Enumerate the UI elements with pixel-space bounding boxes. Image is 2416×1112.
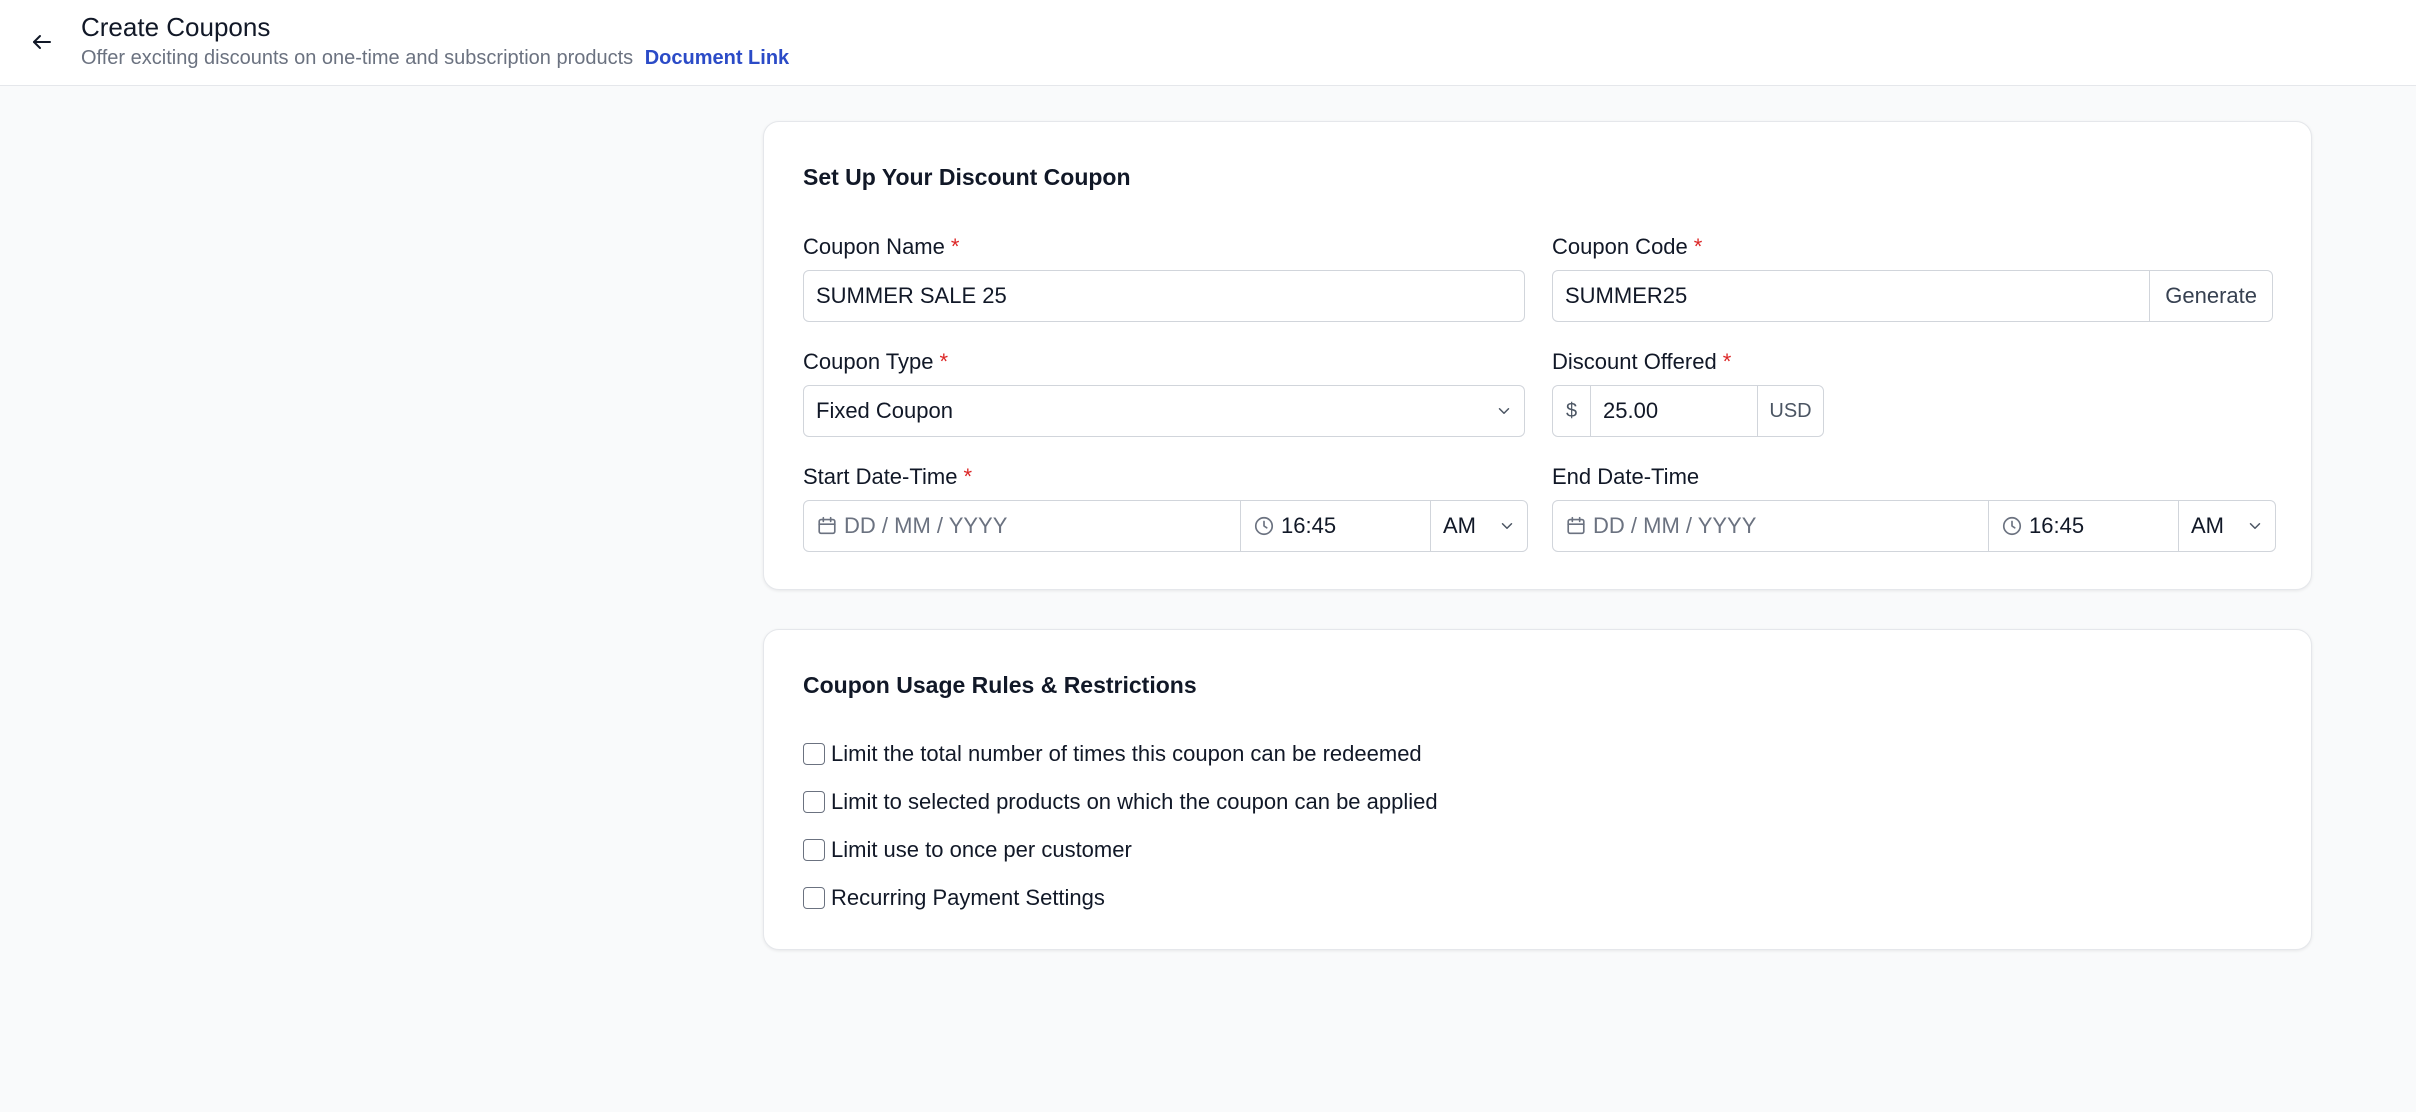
clock-icon [1241, 515, 1281, 537]
start-datetime-label: Start Date-Time * [803, 464, 972, 490]
coupon-setup-card: Set Up Your Discount Coupon Coupon Name *… [763, 121, 2312, 590]
page-header: Create Coupons Offer exciting discounts … [0, 0, 2416, 86]
coupon-name-label-text: Coupon Name [803, 234, 945, 259]
start-date-placeholder: DD / MM / YYYY [844, 513, 1008, 538]
rule-label: Limit to selected products on which the … [831, 789, 1438, 814]
discount-offered-label: Discount Offered * [1552, 349, 1731, 375]
required-mark: * [1693, 234, 1703, 259]
required-mark: * [939, 349, 949, 374]
calendar-icon [1553, 515, 1593, 537]
coupon-name-field-wrapper [803, 270, 1525, 322]
coupon-type-label-text: Coupon Type [803, 349, 934, 374]
rule-once-per-customer[interactable]: Limit use to once per customer [803, 837, 1132, 863]
page-title: Create Coupons [81, 12, 271, 42]
document-link[interactable]: Document Link [645, 47, 789, 69]
required-mark: * [1722, 349, 1732, 374]
rules-card-title: Coupon Usage Rules & Restrictions [803, 672, 1197, 698]
arrow-left-icon [33, 35, 51, 49]
end-datetime-label: End Date-Time [1552, 464, 1700, 489]
checkbox[interactable] [803, 791, 825, 813]
discount-field-wrapper: $ USD [1552, 385, 1824, 437]
usage-rules-card: Coupon Usage Rules & Restrictions Limit … [763, 629, 2312, 950]
end-period-value: AM [2191, 513, 2224, 538]
start-time-value: 16:45 [1281, 513, 1337, 538]
rule-limit-total-redemptions[interactable]: Limit the total number of times this cou… [803, 741, 1422, 767]
end-period-select[interactable]: AM [2179, 501, 2275, 551]
start-date-picker[interactable]: DD / MM / YYYY [804, 501, 1241, 551]
rule-label: Limit use to once per customer [831, 837, 1132, 862]
checkbox[interactable] [803, 839, 825, 861]
chevron-down-icon [1487, 517, 1527, 535]
start-period-select[interactable]: AM [1431, 501, 1527, 551]
start-period-value: AM [1443, 513, 1476, 538]
rule-label: Limit the total number of times this cou… [831, 741, 1422, 766]
coupon-type-value: Fixed Coupon [816, 398, 953, 423]
required-mark: * [950, 234, 960, 259]
required-mark: * [963, 464, 973, 489]
back-button[interactable] [22, 22, 62, 62]
coupon-type-select[interactable]: Fixed Coupon [803, 385, 1525, 437]
end-date-picker[interactable]: DD / MM / YYYY [1553, 501, 1989, 551]
end-time-input[interactable]: 16:45 [1989, 501, 2179, 551]
coupon-type-label: Coupon Type * [803, 349, 948, 375]
end-time-value: 16:45 [2029, 513, 2085, 538]
currency-suffix: USD [1757, 386, 1823, 436]
checkbox[interactable] [803, 887, 825, 909]
discount-label-text: Discount Offered [1552, 349, 1717, 374]
coupon-name-label: Coupon Name * [803, 234, 959, 260]
coupon-code-label-text: Coupon Code [1552, 234, 1688, 259]
checkbox[interactable] [803, 743, 825, 765]
end-datetime-field: DD / MM / YYYY 16:45 AM [1552, 500, 2276, 552]
end-date-placeholder: DD / MM / YYYY [1593, 513, 1757, 538]
calendar-icon [804, 515, 844, 537]
start-datetime-label-text: Start Date-Time [803, 464, 958, 489]
chevron-down-icon [2235, 517, 2275, 535]
currency-prefix: $ [1553, 386, 1591, 436]
generate-code-button[interactable]: Generate [2149, 271, 2272, 321]
coupon-code-field-wrapper: Generate [1552, 270, 2273, 322]
rule-label: Recurring Payment Settings [831, 885, 1105, 910]
start-datetime-field: DD / MM / YYYY 16:45 AM [803, 500, 1528, 552]
subtitle-text: Offer exciting discounts on one-time and… [81, 47, 634, 69]
coupon-code-input[interactable] [1553, 271, 2150, 321]
rule-limit-selected-products[interactable]: Limit to selected products on which the … [803, 789, 1438, 815]
clock-icon [1989, 515, 2029, 537]
discount-amount-input[interactable] [1591, 386, 1757, 436]
chevron-down-icon [1484, 402, 1524, 420]
page-subtitle: Offer exciting discounts on one-time and… [81, 47, 789, 70]
start-time-input[interactable]: 16:45 [1241, 501, 1431, 551]
rule-recurring-payment-settings[interactable]: Recurring Payment Settings [803, 885, 1105, 911]
coupon-code-label: Coupon Code * [1552, 234, 1702, 260]
coupon-name-input[interactable] [804, 271, 1524, 321]
setup-card-title: Set Up Your Discount Coupon [803, 164, 1131, 190]
